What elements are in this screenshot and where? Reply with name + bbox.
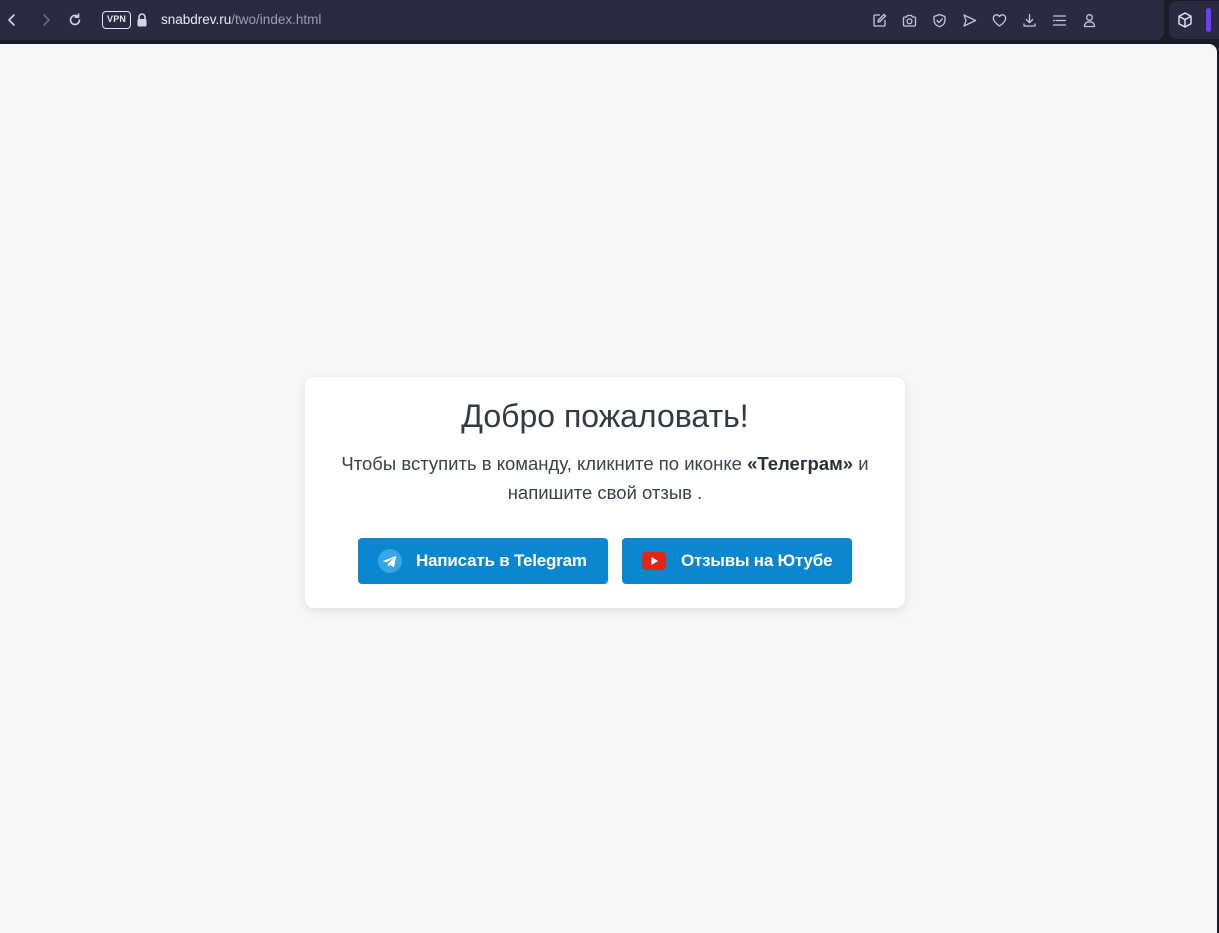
download-icon[interactable]: [1017, 8, 1041, 32]
lock-icon[interactable]: [136, 12, 148, 28]
youtube-icon: [642, 552, 666, 570]
telegram-icon: [378, 549, 402, 573]
toolbar-icons: [867, 8, 1101, 32]
address-bar-container: VPN snabdrev.ru/two/index.html: [0, 0, 1164, 40]
page-viewport: Добро пожаловать! Чтобы вступить в коман…: [0, 44, 1217, 933]
back-icon[interactable]: [0, 8, 24, 32]
profile-icon[interactable]: [1077, 8, 1101, 32]
telegram-button[interactable]: Написать в Telegram: [358, 538, 608, 584]
edit-icon[interactable]: [867, 8, 891, 32]
browser-toolbar: VPN snabdrev.ru/two/index.html: [0, 0, 1219, 44]
address-bar-url[interactable]: snabdrev.ru/two/index.html: [161, 12, 321, 28]
menu-lines-icon[interactable]: [1047, 8, 1071, 32]
telegram-highlight: «Телеграм»: [747, 453, 854, 474]
url-host: snabdrev.ru: [161, 12, 232, 27]
camera-icon[interactable]: [897, 8, 921, 32]
telegram-button-label: Написать в Telegram: [416, 551, 587, 570]
welcome-text: Чтобы вступить в команду, кликните по ик…: [318, 449, 893, 507]
vpn-badge[interactable]: VPN: [102, 11, 132, 29]
action-buttons: Написать в Telegram Отзывы на Ютубе: [358, 538, 852, 584]
cube-icon[interactable]: [1176, 11, 1194, 29]
page-title: Добро пожаловать!: [461, 398, 749, 434]
youtube-button[interactable]: Отзывы на Ютубе: [622, 538, 852, 584]
reload-icon[interactable]: [63, 8, 87, 32]
shield-icon[interactable]: [927, 8, 951, 32]
welcome-text-start: Чтобы вступить в команду, кликните по ик…: [341, 453, 748, 474]
url-path: /two/index.html: [231, 12, 322, 27]
welcome-card: Добро пожаловать! Чтобы вступить в коман…: [305, 377, 905, 608]
send-icon[interactable]: [957, 8, 981, 32]
youtube-button-label: Отзывы на Ютубе: [681, 551, 833, 570]
heart-icon[interactable]: [987, 8, 1011, 32]
forward-icon[interactable]: [34, 8, 58, 32]
sidebar-accent-bar[interactable]: [1206, 8, 1211, 32]
